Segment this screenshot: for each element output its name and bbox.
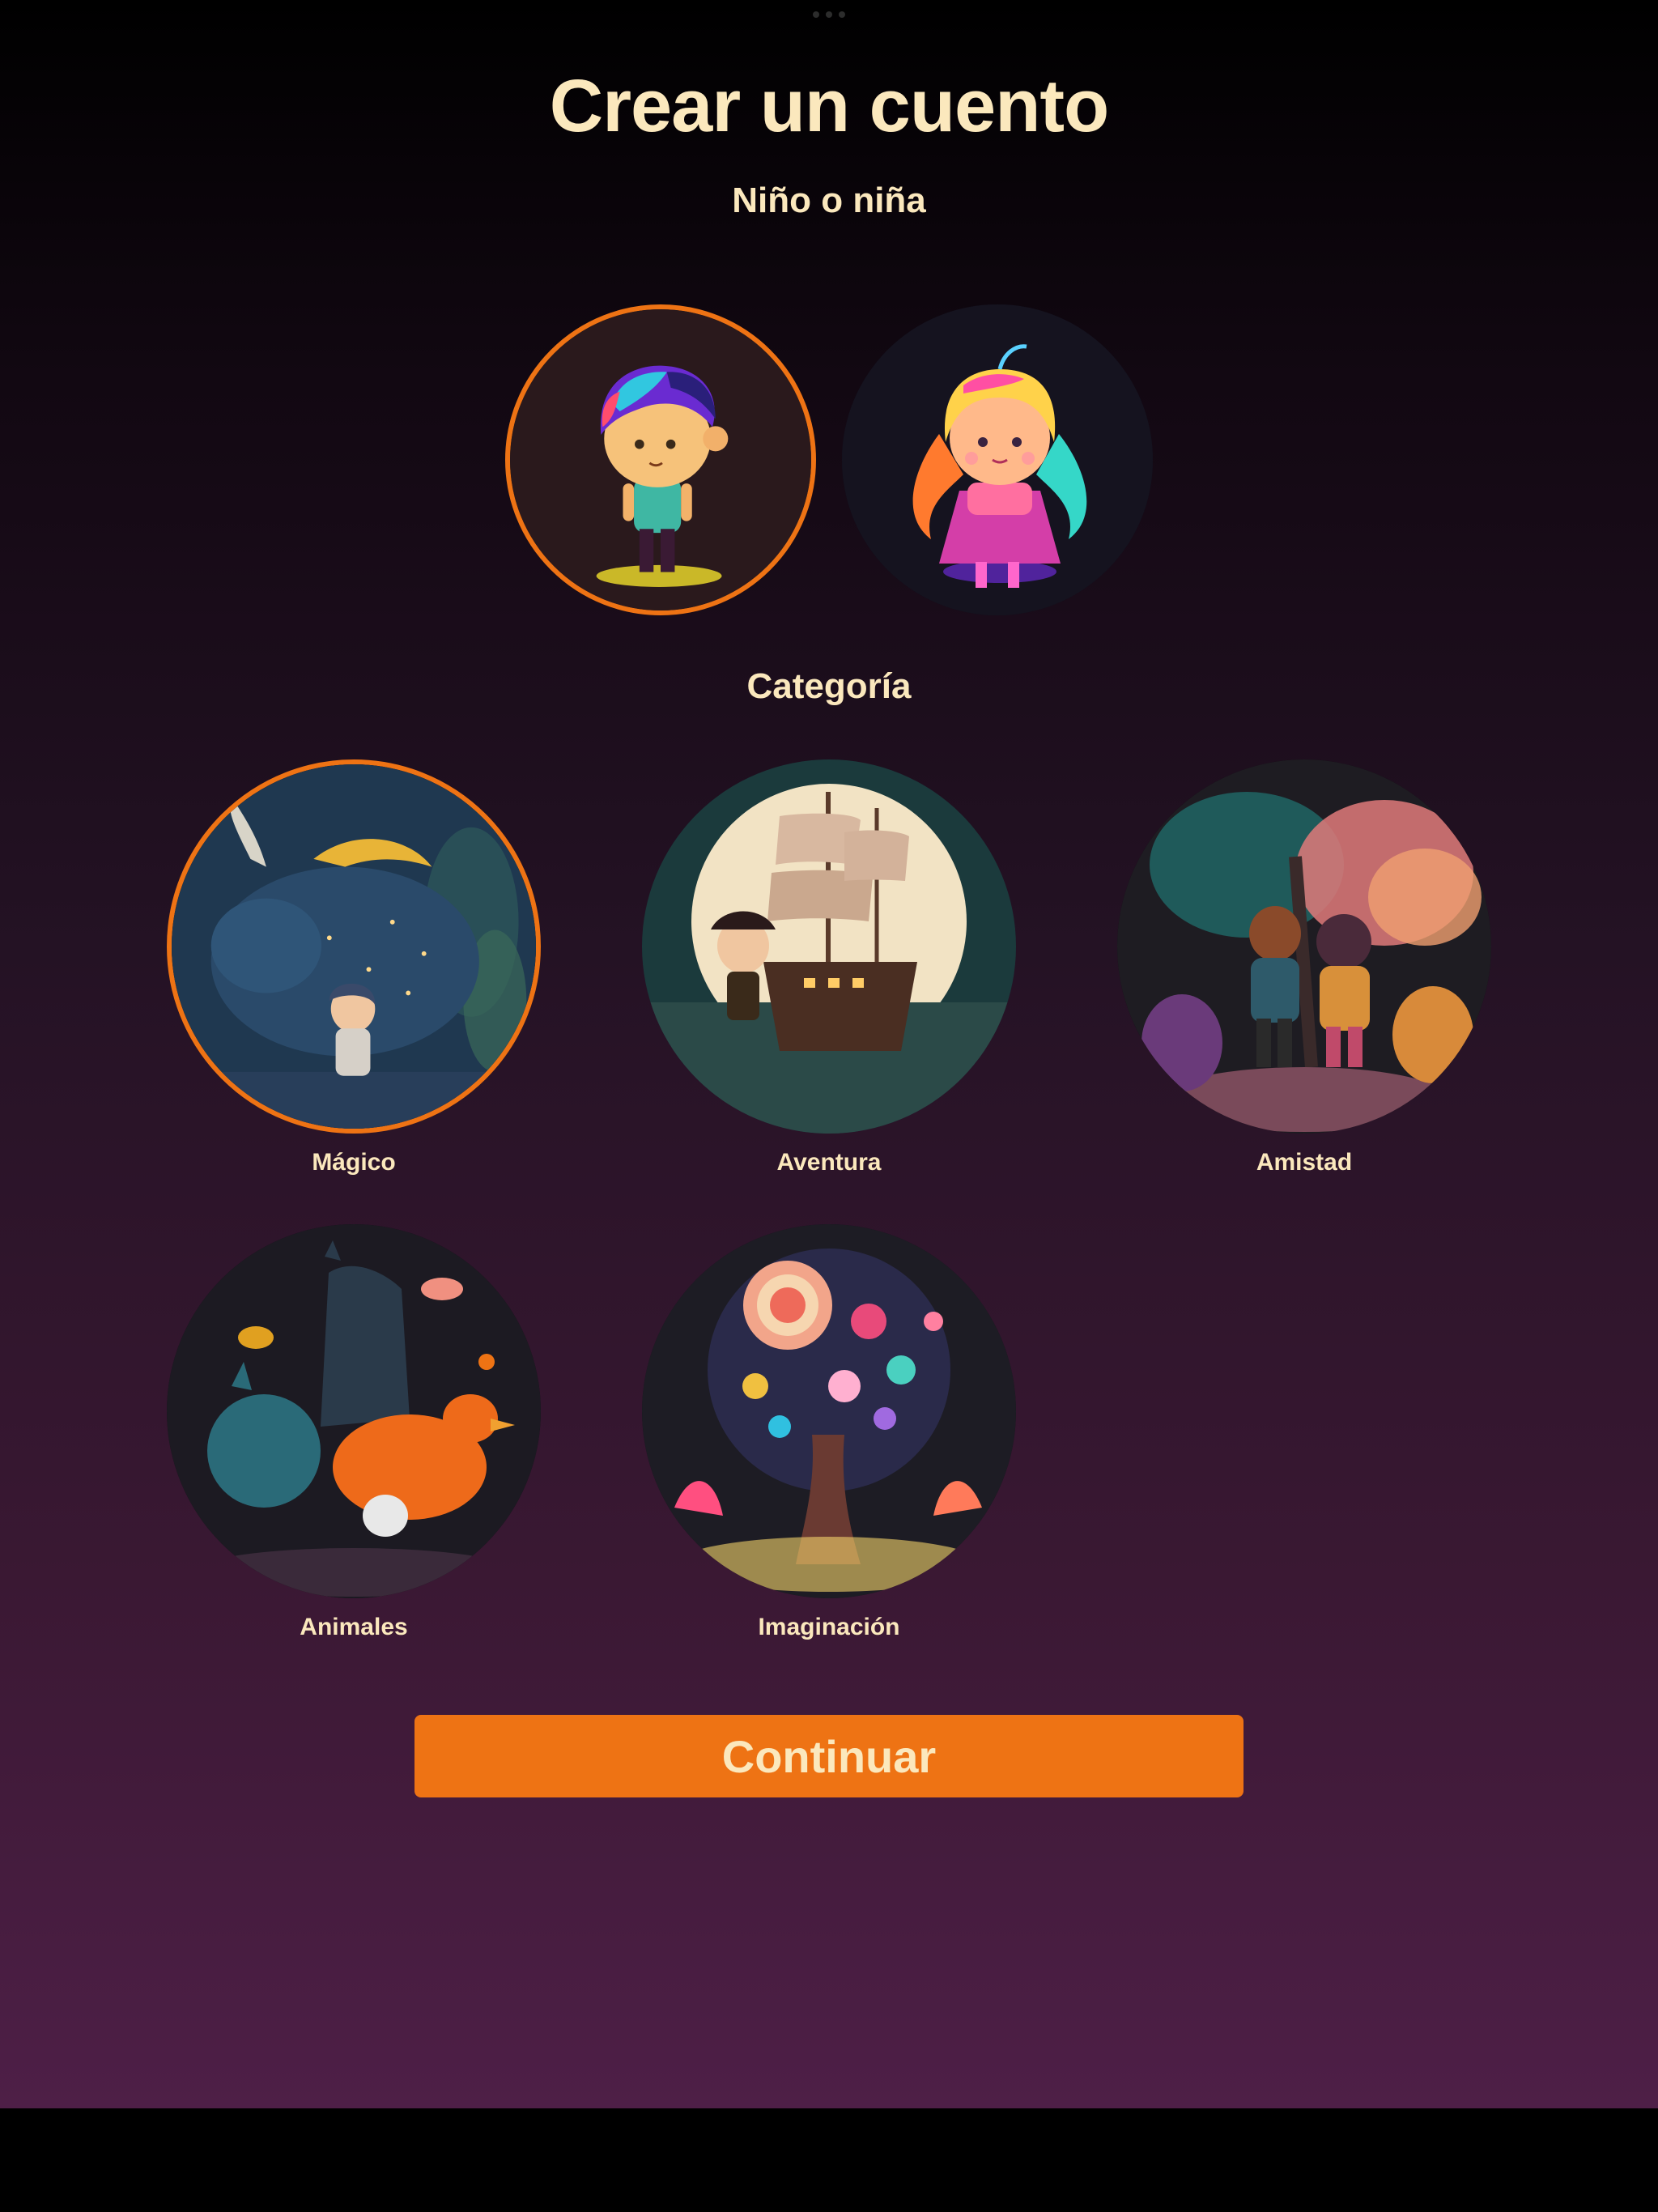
category-label: Mágico: [312, 1149, 396, 1176]
category-label: Amistad: [1256, 1149, 1353, 1176]
category-label: Animales: [300, 1614, 408, 1640]
category-label: Aventura: [776, 1149, 882, 1176]
gender-section-title: Niño o niña: [732, 181, 926, 220]
continue-button[interactable]: Continuar: [414, 1715, 1244, 1797]
magic-creature-icon: [172, 764, 536, 1129]
multitasking-indicator[interactable]: [813, 11, 845, 18]
category-amistad[interactable]: [1117, 759, 1491, 1134]
page-title: Crear un cuento: [549, 65, 1109, 147]
friends-forest-icon: [1117, 759, 1491, 1134]
fantasy-tree-icon: [642, 1224, 1016, 1598]
pirate-ship-icon: [642, 759, 1016, 1134]
category-label: Imaginación: [758, 1614, 900, 1640]
category-aventura[interactable]: [642, 759, 1016, 1134]
boy-avatar-icon: [510, 309, 811, 610]
category-animales[interactable]: [167, 1224, 541, 1598]
boy-option[interactable]: [505, 304, 816, 615]
animals-icon: [167, 1224, 541, 1598]
bottom-bar: [0, 2108, 1658, 2212]
girl-avatar-icon: [842, 304, 1153, 615]
indicator-dot: [813, 11, 819, 18]
category-magico[interactable]: [167, 759, 541, 1134]
indicator-dot: [826, 11, 832, 18]
girl-option[interactable]: [842, 304, 1153, 615]
category-imaginacion[interactable]: [642, 1224, 1016, 1598]
indicator-dot: [839, 11, 845, 18]
category-section-title: Categoría: [746, 666, 912, 706]
app-screen: Crear un cuento Niño o niña Categoría Má…: [0, 0, 1658, 2108]
